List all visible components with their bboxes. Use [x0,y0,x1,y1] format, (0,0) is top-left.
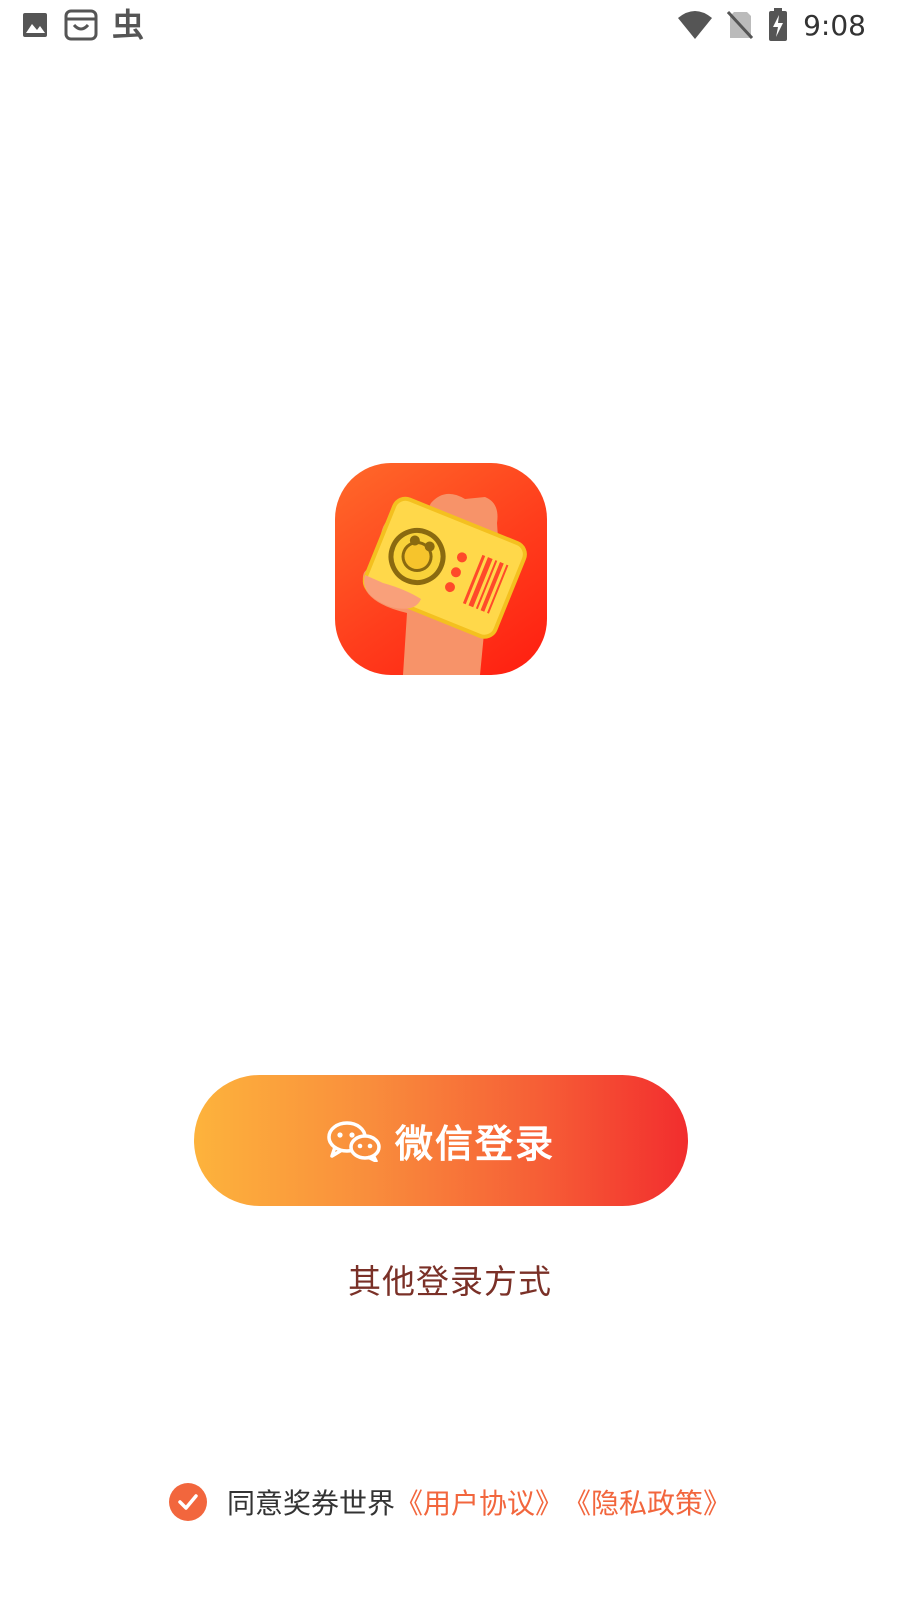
checkmark-icon [178,1494,198,1510]
shopping-bag-icon [64,9,98,41]
wechat-login-label: 微信登录 [394,1122,555,1166]
status-time: 9:08 [803,8,866,42]
hand-holding-ticket-logo [362,493,527,675]
app-logo [335,463,547,675]
status-left-icons: 虫 [20,6,158,44]
privacy-policy-link[interactable]: 《隐私政策》 [563,1482,731,1522]
agreement-checkbox[interactable] [168,1483,207,1521]
wechat-icon [327,1120,381,1162]
image-icon [23,13,47,37]
user-agreement-link[interactable]: 《用户协议》 [395,1482,563,1522]
agreement-row: 同意奖券世界 《用户协议》 《隐私政策》 [0,1480,900,1524]
agreement-prefix: 同意奖券世界 [226,1487,395,1520]
no-sim-icon [727,10,754,40]
bug-app-icon: 虫 [112,6,145,44]
battery-charging-icon [769,8,788,41]
wifi-icon [678,11,713,39]
wechat-login-button[interactable]: 微信登录 [194,1075,688,1206]
status-bar: 虫 9:08 [0,0,900,50]
status-right-icons: 9:08 [663,6,866,44]
other-login-link[interactable]: 其他登录方式 [0,1255,900,1303]
